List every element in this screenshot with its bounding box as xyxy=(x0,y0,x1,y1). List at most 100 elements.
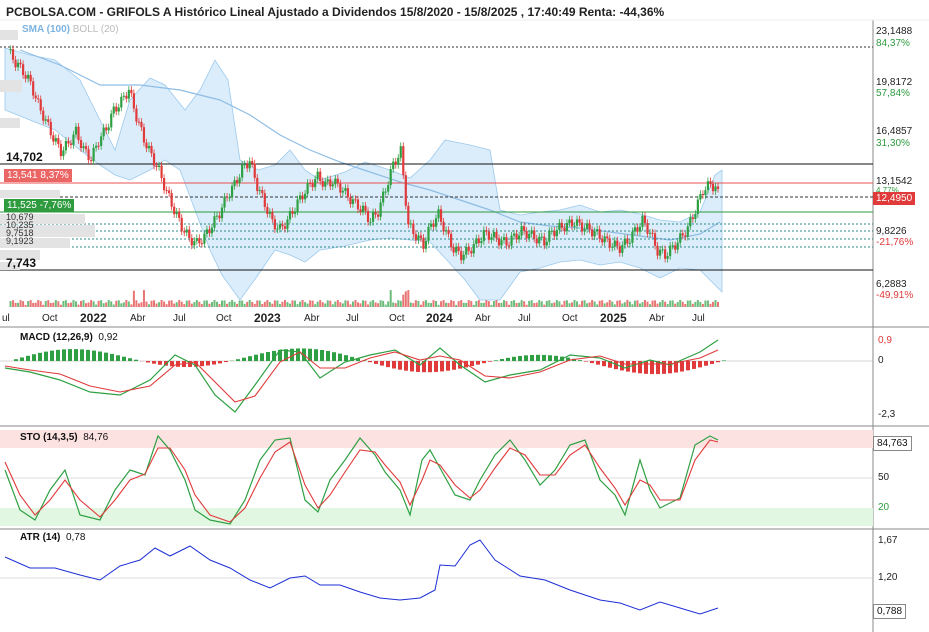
candle-body xyxy=(560,222,564,228)
candle-body xyxy=(636,227,639,232)
candle-body xyxy=(311,183,314,188)
x-axis-label: Oct xyxy=(389,313,405,324)
candle-body xyxy=(170,193,173,207)
volume-bar xyxy=(180,301,183,307)
volume-bar xyxy=(681,301,684,307)
volume-bar xyxy=(633,300,636,307)
atr-axis-tick: 1,67 xyxy=(878,535,898,546)
candle-body xyxy=(533,230,536,239)
volume-bar xyxy=(623,302,626,307)
volume-bar xyxy=(573,300,576,307)
volume-bar xyxy=(329,300,332,307)
price-axis-tick: 9,8226 xyxy=(876,226,907,237)
candle-body xyxy=(535,238,538,244)
volume-bar xyxy=(218,303,221,307)
macd-hist-bar xyxy=(632,361,636,373)
volume-bar xyxy=(349,304,352,307)
macd-hist-bar xyxy=(32,354,36,361)
candle-body xyxy=(457,246,460,251)
candle-body xyxy=(399,146,402,158)
candle-body xyxy=(49,122,52,136)
x-axis-label: Abr xyxy=(649,313,665,324)
volume-bar xyxy=(19,300,22,307)
candle-body xyxy=(699,193,702,200)
volume-bar xyxy=(671,300,674,307)
candle-body xyxy=(565,222,569,232)
volume-bar xyxy=(210,302,213,307)
candle-body xyxy=(356,199,360,210)
volume-bar xyxy=(402,294,405,307)
macd-hist-bar xyxy=(578,360,582,361)
volume-bar xyxy=(326,300,329,307)
candle-body xyxy=(168,190,171,194)
volume-bar xyxy=(135,300,138,307)
volume-bar xyxy=(37,300,40,307)
candle-body xyxy=(42,110,45,121)
candle-body xyxy=(228,197,231,199)
candle-body xyxy=(540,236,543,238)
volume-bar xyxy=(387,301,390,307)
candle-body xyxy=(397,157,400,165)
volume-bar xyxy=(253,303,256,307)
candle-body xyxy=(266,207,269,214)
candle-body xyxy=(183,231,186,233)
candle-body xyxy=(77,126,80,141)
x-axis-label: Jul xyxy=(346,313,359,324)
candle-body xyxy=(175,211,178,215)
macd-hist-bar xyxy=(704,361,708,366)
volume-bar xyxy=(412,303,415,307)
volume-bar xyxy=(576,301,579,307)
volume-bar xyxy=(62,300,65,307)
volume-bar xyxy=(203,300,206,307)
candle-body xyxy=(591,229,594,237)
candle-body xyxy=(150,145,153,154)
x-axis-year: 2022 xyxy=(80,311,107,325)
fib-level-label: 9,1923 xyxy=(6,236,34,246)
macd-hist-bar xyxy=(644,361,648,374)
candle-body xyxy=(9,49,12,51)
candle-body xyxy=(140,121,143,128)
volume-bar xyxy=(258,300,261,307)
volume-bar xyxy=(12,300,15,307)
candle-body xyxy=(261,190,264,194)
candle-body xyxy=(180,217,183,232)
volume-bar xyxy=(190,303,193,307)
volume-bar xyxy=(523,301,526,307)
volume-bar xyxy=(442,300,445,307)
macd-hist-bar xyxy=(554,355,558,361)
volume-bar xyxy=(603,303,606,307)
volume-bar xyxy=(158,302,161,307)
candle-body xyxy=(447,230,450,234)
volume-bar xyxy=(256,300,259,307)
volume-bar xyxy=(102,303,105,307)
candle-body xyxy=(291,211,294,214)
volume-bar xyxy=(67,303,70,307)
volume-bar xyxy=(432,300,435,307)
candle-body xyxy=(512,233,516,236)
volume-bar xyxy=(377,303,380,307)
candle-body xyxy=(110,113,113,128)
volume-bar xyxy=(694,301,697,307)
volume-bar xyxy=(555,300,558,307)
volume-bar xyxy=(689,300,692,307)
candle-body xyxy=(200,243,203,245)
volume-bar xyxy=(611,301,614,307)
candle-body xyxy=(321,180,324,187)
volume-bar xyxy=(29,300,32,307)
volume-bar xyxy=(651,300,654,307)
candle-body xyxy=(545,241,548,246)
volume-bar xyxy=(354,300,357,307)
volume-bar xyxy=(112,304,115,307)
volume-bar xyxy=(646,301,649,307)
volume-bar xyxy=(44,300,47,307)
candle-body xyxy=(82,146,85,149)
volume-bar xyxy=(538,300,541,307)
volume-bar xyxy=(407,290,410,307)
macd-hist-bar xyxy=(500,359,504,361)
volume-bar xyxy=(414,300,417,307)
volume-bar xyxy=(686,300,689,307)
candle-body xyxy=(301,195,304,200)
volume-bar xyxy=(457,301,460,307)
volume-bar xyxy=(669,300,672,307)
candle-body xyxy=(135,108,138,122)
